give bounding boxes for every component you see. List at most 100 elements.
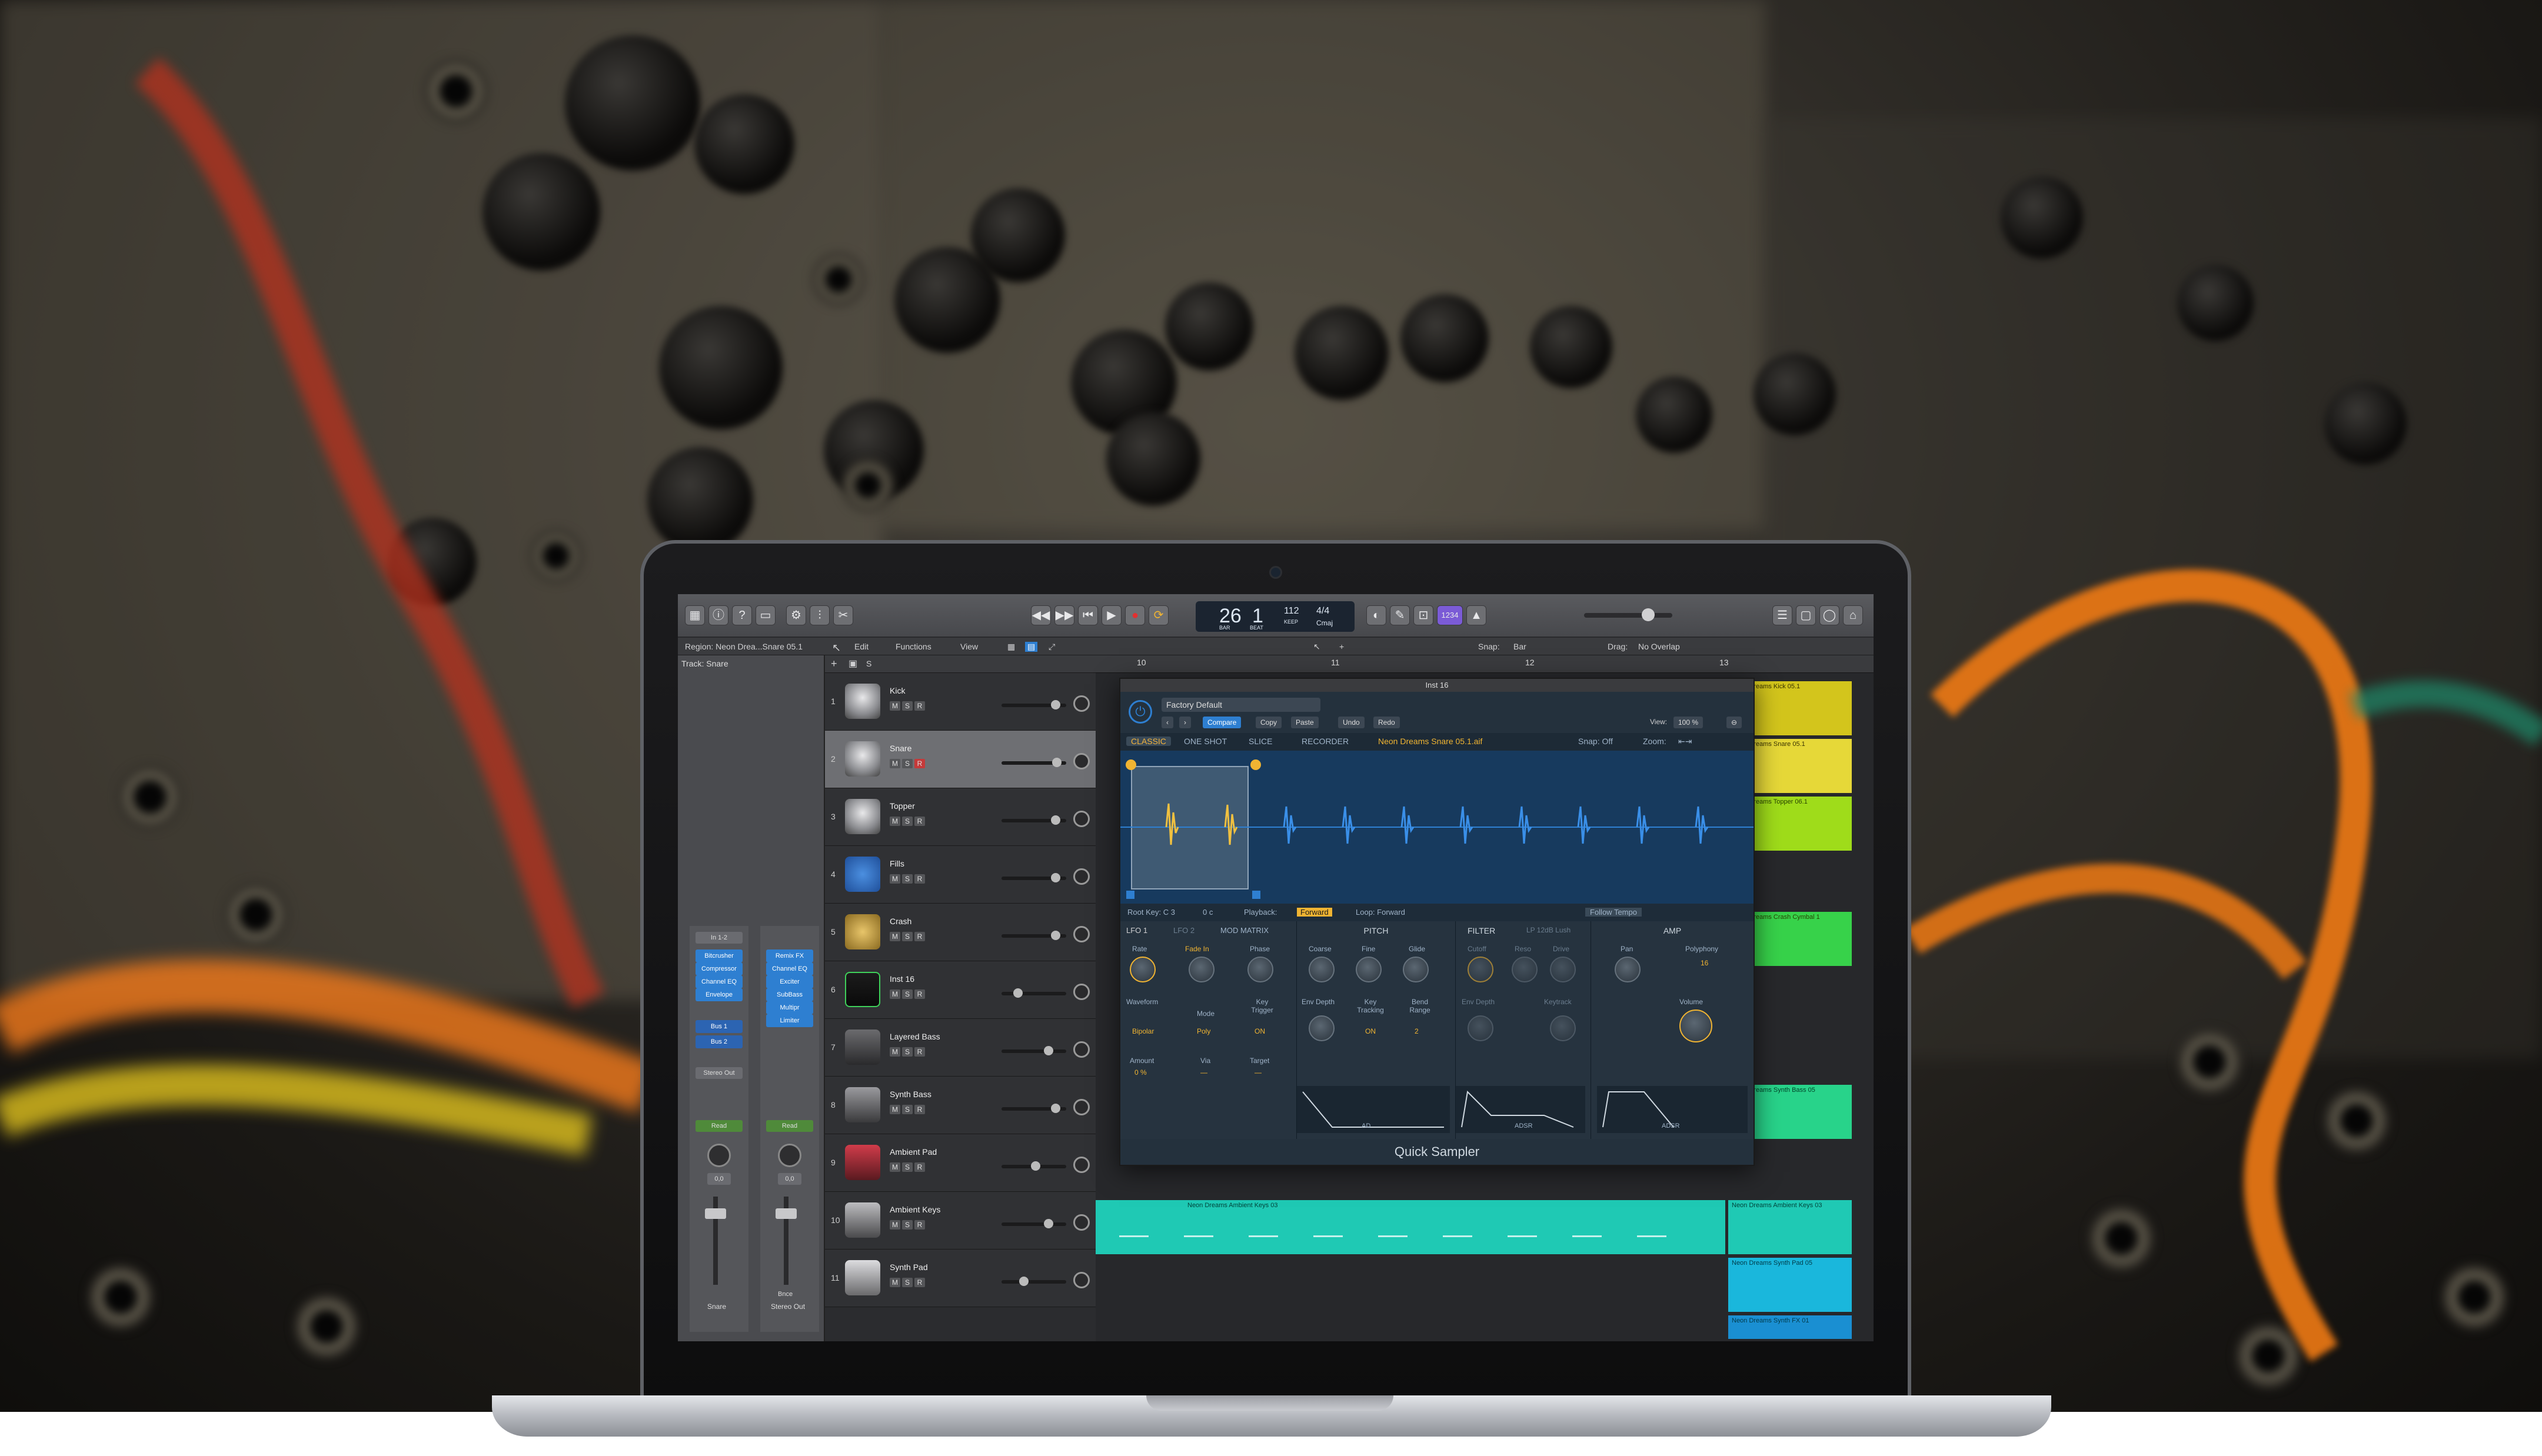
bend-range-value[interactable]: 2 (1415, 1027, 1419, 1035)
mute-button[interactable]: M (890, 1105, 900, 1114)
volume-slider[interactable] (1002, 815, 1066, 825)
track-row[interactable]: 1 Kick M S R (825, 673, 1096, 731)
coarse-knob[interactable] (1309, 957, 1335, 982)
editors-icon[interactable]: ✂ (833, 605, 853, 625)
track-name[interactable]: Ambient Pad (890, 1147, 937, 1157)
volume-slider[interactable] (1002, 988, 1066, 998)
automation-mode-2[interactable]: Read (766, 1120, 813, 1132)
mute-button[interactable]: M (890, 932, 900, 941)
track-row[interactable]: 6 Inst 16 M S R (825, 961, 1096, 1019)
fader-cap[interactable] (705, 1208, 726, 1219)
automation-mode[interactable]: Read (696, 1120, 743, 1132)
track-row[interactable]: 5 Crash M S R (825, 904, 1096, 961)
solo-button[interactable]: S (902, 1220, 913, 1230)
mute-button[interactable]: M (890, 874, 900, 884)
solo-button[interactable]: S (902, 989, 913, 999)
track-name[interactable]: Inst 16 (890, 974, 914, 984)
smart-controls-icon[interactable]: ⚙ (786, 605, 806, 625)
go-to-start-icon[interactable]: ⏮ (1078, 605, 1098, 625)
help-icon[interactable]: ? (732, 605, 752, 625)
volume-fader[interactable] (705, 1197, 726, 1285)
metronome-icon[interactable]: ▲ (1466, 605, 1486, 625)
global-solo-button[interactable]: S (866, 659, 871, 668)
track-row[interactable]: 10 Ambient Keys M S R (825, 1192, 1096, 1250)
waveform-display[interactable] (1120, 751, 1754, 904)
flex-icon[interactable]: ▤ (1025, 642, 1038, 652)
via-value[interactable]: — (1200, 1068, 1207, 1077)
grid-icon[interactable]: ▦ (1007, 642, 1015, 652)
reso-knob[interactable] (1512, 957, 1538, 982)
compare-button[interactable]: Compare (1203, 717, 1242, 728)
amount-value[interactable]: 0 % (1134, 1068, 1147, 1077)
track-name[interactable]: Synth Pad (890, 1262, 928, 1272)
glide-knob[interactable] (1403, 957, 1429, 982)
env-depth-knob[interactable] (1309, 1015, 1335, 1041)
plugin-slot-bitcrusher[interactable]: Bitcrusher (696, 949, 743, 962)
record-enable-button[interactable]: R (914, 1278, 925, 1287)
record-enable-button[interactable]: R (914, 1047, 925, 1057)
mute-button[interactable]: M (890, 817, 900, 826)
track-row[interactable]: 8 Synth Bass M S R (825, 1077, 1096, 1134)
browser-icon[interactable]: ◯ (1819, 605, 1839, 625)
mode-classic-tab[interactable]: CLASSIC (1126, 737, 1171, 746)
volume-thumb[interactable] (1044, 1046, 1053, 1055)
poly-value[interactable]: Poly (1197, 1027, 1210, 1035)
pan-knob[interactable] (1073, 811, 1090, 827)
view-zoom-select[interactable]: 100 % (1673, 717, 1703, 728)
volume-thumb[interactable] (1051, 931, 1060, 940)
solo-button[interactable]: S (902, 1105, 913, 1114)
preset-selector[interactable]: Factory Default (1162, 698, 1320, 712)
redo-button[interactable]: Redo (1373, 717, 1400, 728)
mode-recorder-tab[interactable]: RECORDER (1297, 737, 1353, 746)
volume-thumb[interactable] (1051, 815, 1060, 825)
filter-type-select[interactable]: LP 12dB Lush (1526, 926, 1571, 934)
volume-slider[interactable] (1002, 700, 1066, 709)
track-row[interactable]: 11 Synth Pad M S R (825, 1250, 1096, 1307)
region-synth-pad[interactable]: Neon Dreams Synth Pad 05 (1728, 1258, 1852, 1312)
solo-button[interactable]: S (902, 759, 913, 768)
fade-in-knob[interactable] (1189, 957, 1215, 982)
track-row[interactable]: 9 Ambient Pad M S R (825, 1134, 1096, 1192)
mute-button[interactable]: M (890, 1220, 900, 1230)
add-track-icon[interactable]: + (831, 658, 837, 670)
record-enable-button[interactable]: R (914, 1105, 925, 1114)
bounce-button[interactable]: Bnce (778, 1291, 793, 1298)
drag-select[interactable]: No Overlap (1638, 642, 1680, 651)
plugin-slot-exciter[interactable]: Exciter (766, 975, 813, 988)
volume-thumb[interactable] (1051, 1104, 1060, 1113)
solo-button[interactable]: S (902, 932, 913, 941)
region-ambient-keys-1[interactable]: Neon Dreams Ambient Keys 03 (1096, 1200, 1725, 1254)
undo-button[interactable]: Undo (1338, 717, 1365, 728)
pan-knob[interactable] (1073, 753, 1090, 769)
slider-thumb[interactable] (1642, 608, 1655, 621)
volume-fader-2[interactable] (776, 1197, 797, 1285)
zoom-fit-icon[interactable]: ⇤⇥ (1673, 737, 1696, 747)
plugin-slot-compressor[interactable]: Compressor (696, 962, 743, 975)
record-enable-button[interactable]: R (914, 759, 925, 768)
volume-thumb[interactable] (1052, 758, 1062, 767)
mute-button[interactable]: M (890, 701, 900, 711)
key-trigger-value[interactable]: ON (1255, 1027, 1265, 1035)
region-ambient-keys-2[interactable]: Neon Dreams Ambient Keys 03 (1728, 1200, 1852, 1254)
prev-preset-icon[interactable]: ‹ (1162, 717, 1173, 728)
view-menu[interactable]: View (960, 642, 978, 651)
mode-one-shot-tab[interactable]: ONE SHOT (1179, 737, 1232, 746)
mute-button[interactable]: M (890, 1278, 900, 1287)
tuner-icon[interactable]: ◐ (1366, 605, 1386, 625)
plugin-slot-limiter[interactable]: Limiter (766, 1014, 813, 1027)
record-enable-button[interactable]: R (914, 1162, 925, 1172)
track-name[interactable]: Ambient Keys (890, 1205, 940, 1214)
edit-menu[interactable]: Edit (854, 642, 869, 651)
plugin-slot-channel-eq[interactable]: Channel EQ (696, 975, 743, 988)
mod-matrix-tab[interactable]: MOD MATRIX (1220, 926, 1269, 935)
record-enable-button[interactable]: R (914, 932, 925, 941)
paste-button[interactable]: Paste (1291, 717, 1319, 728)
solo-button[interactable]: S (902, 817, 913, 826)
count-in-button[interactable]: 1234 (1437, 605, 1463, 625)
root-cents[interactable]: 0 c (1203, 908, 1213, 917)
volume-slider[interactable] (1002, 1219, 1066, 1228)
cycle-icon[interactable]: ⟳ (1149, 605, 1169, 625)
filter-envelope[interactable]: ADSR (1456, 1086, 1585, 1133)
folder-icon[interactable]: ▣ (849, 658, 857, 669)
region-synth-fx[interactable]: Neon Dreams Synth FX 01 (1728, 1315, 1852, 1339)
